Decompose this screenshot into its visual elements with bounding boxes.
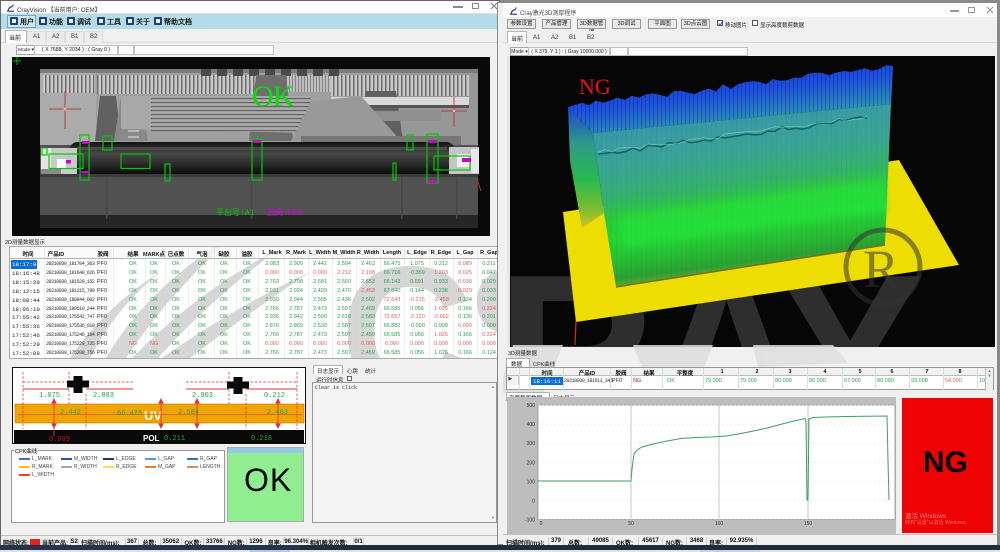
svg-text:R: R (863, 239, 899, 299)
svg-text:-100: -100 (525, 518, 535, 524)
svg-text:100: 100 (715, 521, 724, 527)
svg-text:2.883: 2.883 (93, 392, 114, 400)
svg-text:50: 50 (628, 521, 634, 527)
svg-text:500: 500 (527, 403, 536, 409)
svg-text:UV: UV (144, 408, 162, 423)
svg-text:400: 400 (527, 422, 536, 428)
svg-text:POL: POL (143, 434, 160, 443)
svg-text:0.211: 0.211 (164, 435, 185, 443)
svg-text:1.075: 1.075 (39, 392, 60, 400)
svg-text:平台号:A1: 平台号:A1 (216, 207, 255, 218)
svg-text:2.903: 2.903 (192, 392, 213, 400)
svg-text:300: 300 (527, 441, 536, 447)
svg-text:NG: NG (579, 74, 611, 99)
svg-text:0.089: 0.089 (49, 436, 70, 444)
svg-text:2.504: 2.504 (178, 409, 199, 417)
svg-text:0.218: 0.218 (251, 435, 272, 443)
svg-text:150: 150 (804, 521, 813, 527)
svg-text:OK: OK (252, 80, 295, 113)
svg-text:66.475: 66.475 (117, 410, 142, 418)
svg-text:2.463: 2.463 (267, 409, 288, 417)
svg-text:0: 0 (540, 521, 543, 527)
svg-text:2.442: 2.442 (60, 409, 81, 417)
svg-text:胶阀:PF0: 胶阀:PF0 (267, 207, 302, 218)
svg-text:100: 100 (527, 479, 536, 485)
svg-text:0: 0 (532, 498, 535, 504)
svg-text:0.212: 0.212 (264, 392, 285, 400)
svg-text:200: 200 (527, 460, 536, 466)
